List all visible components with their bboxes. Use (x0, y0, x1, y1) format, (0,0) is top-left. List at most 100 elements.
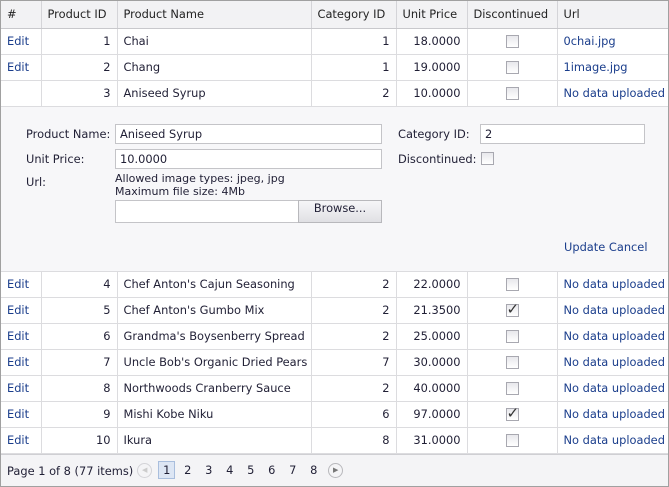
page-4-button[interactable]: 4 (221, 462, 238, 480)
discontinued-label: Discontinued: (398, 151, 477, 166)
pager-summary: Page 1 of 8 (77 items) (7, 463, 134, 478)
product-id: 3 (103, 86, 111, 100)
category-id: 2 (382, 277, 390, 291)
edit-form-row: Product Name: Category ID: Unit Price: D… (1, 106, 668, 272)
url-value: No data uploaded (563, 329, 665, 343)
unit-price-input[interactable] (115, 148, 382, 169)
prev-page-icon[interactable]: ◀ (137, 463, 153, 478)
file-path-input[interactable] (115, 199, 299, 223)
category-id-label: Category ID: (398, 126, 470, 141)
edit-link[interactable]: Edit (7, 355, 29, 369)
unit-price: 18.0000 (413, 34, 461, 48)
page-1-button[interactable]: 1 (158, 461, 176, 479)
product-id: 9 (103, 407, 111, 421)
table-row: 3 Aniseed Syrup 2 10.0000 No data uploaded (1, 80, 668, 107)
table-row: Edit 7 Uncle Bob's Organic Dried Pears 7 30.… (1, 349, 668, 376)
table-row: Edit 8 Northwoods Cranberry Sauce 2 40.0000 N… (1, 375, 668, 402)
category-id: 7 (382, 355, 390, 369)
product-id: 7 (103, 355, 111, 369)
url-value: No data uploaded (563, 86, 665, 100)
product-name: Chai (123, 34, 149, 48)
unit-price: 21.3500 (413, 303, 461, 317)
page-6-button[interactable]: 6 (263, 462, 280, 480)
product-id: 8 (103, 381, 111, 395)
product-id: 10 (96, 433, 111, 447)
discontinued-checkbox (505, 330, 519, 343)
table-row: Edit 1 Chai 1 18.0000 0chai.jpg (1, 28, 668, 55)
url-value: No data uploaded (563, 303, 665, 317)
edit-link[interactable]: Edit (7, 433, 29, 447)
unit-price: 25.0000 (413, 329, 461, 343)
url-value: No data uploaded (563, 407, 665, 421)
discontinued-checkbox (505, 382, 519, 395)
unit-price-label: Unit Price: (26, 151, 85, 166)
column-header[interactable]: Category ID (311, 1, 397, 29)
product-name: Northwoods Cranberry Sauce (123, 381, 291, 395)
category-id: 8 (382, 433, 390, 447)
category-id: 1 (382, 60, 390, 74)
product-name: Ikura (123, 433, 153, 447)
grid-table: # Product ID Product Name Category ID Unit P… (1, 1, 668, 454)
edit-link[interactable]: Edit (7, 329, 29, 343)
url-value: No data uploaded (563, 433, 665, 447)
discontinued-checkbox (505, 35, 519, 48)
category-id-input[interactable] (480, 123, 645, 144)
header-row: # Product ID Product Name Category ID Unit P… (1, 1, 668, 29)
category-id: 6 (382, 407, 390, 421)
discontinued-checkbox (505, 434, 519, 447)
next-page-icon[interactable]: ▶ (328, 463, 344, 478)
browse-button[interactable]: Browse... (298, 199, 382, 223)
product-name: Chef Anton's Cajun Seasoning (123, 277, 295, 291)
category-id: 2 (382, 329, 390, 343)
discontinued-checkbox (505, 404, 519, 422)
column-header[interactable]: Product Name (117, 1, 312, 29)
discontinued-checkbox[interactable] (481, 151, 494, 165)
page-7-button[interactable]: 7 (284, 462, 301, 480)
edit-link[interactable]: Edit (7, 277, 29, 291)
url-label: Url: (26, 174, 47, 189)
column-header[interactable]: Url (557, 1, 668, 29)
unit-price: 22.0000 (413, 277, 461, 291)
url-value: 0chai.jpg (563, 34, 616, 48)
product-name-input[interactable] (115, 123, 382, 144)
table-row: Edit 6 Grandma's Boysenberry Spread 2 25.000… (1, 323, 668, 350)
page-3-button[interactable]: 3 (200, 462, 217, 480)
url-value: 1image.jpg (563, 60, 628, 74)
discontinued-checkbox (505, 87, 519, 100)
discontinued-checkbox (505, 61, 519, 74)
column-header[interactable]: Discontinued (467, 1, 558, 29)
column-header[interactable]: # (1, 1, 42, 29)
product-id: 1 (103, 34, 111, 48)
edit-link[interactable]: Edit (7, 381, 29, 395)
category-id: 2 (382, 381, 390, 395)
unit-price: 30.0000 (413, 355, 461, 369)
product-id: 5 (103, 303, 111, 317)
table-row: Edit 2 Chang 1 19.0000 1image.jpg (1, 54, 668, 81)
edit-link[interactable]: Edit (7, 303, 29, 317)
allowed-types-text: Allowed image types: jpeg, jpg (115, 171, 285, 185)
page-8-button[interactable]: 8 (305, 462, 322, 480)
product-id: 6 (103, 329, 111, 343)
page-2-button[interactable]: 2 (179, 462, 196, 480)
column-header[interactable]: Product ID (41, 1, 118, 29)
product-name: Chang (123, 60, 161, 74)
unit-price: 40.0000 (413, 381, 461, 395)
products-grid: # Product ID Product Name Category ID Unit P… (0, 0, 669, 487)
edit-link[interactable]: Edit (7, 34, 29, 48)
discontinued-checkbox (505, 300, 519, 318)
edit-link[interactable]: Edit (7, 60, 29, 74)
product-id: 2 (103, 60, 111, 74)
product-name: Chef Anton's Gumbo Mix (123, 303, 265, 317)
unit-price: 19.0000 (413, 60, 461, 74)
product-name: Mishi Kobe Niku (123, 407, 214, 421)
url-value: No data uploaded (563, 277, 665, 291)
product-name: Uncle Bob's Organic Dried Pears (123, 355, 308, 369)
cancel-link[interactable]: Cancel (609, 240, 648, 254)
discontinued-checkbox (505, 278, 519, 291)
edit-link[interactable]: Edit (7, 407, 29, 421)
category-id: 2 (382, 303, 390, 317)
page-5-button[interactable]: 5 (242, 462, 259, 480)
product-name-label: Product Name: (26, 126, 111, 141)
column-header[interactable]: Unit Price (396, 1, 468, 29)
update-link[interactable]: Update (564, 240, 605, 254)
